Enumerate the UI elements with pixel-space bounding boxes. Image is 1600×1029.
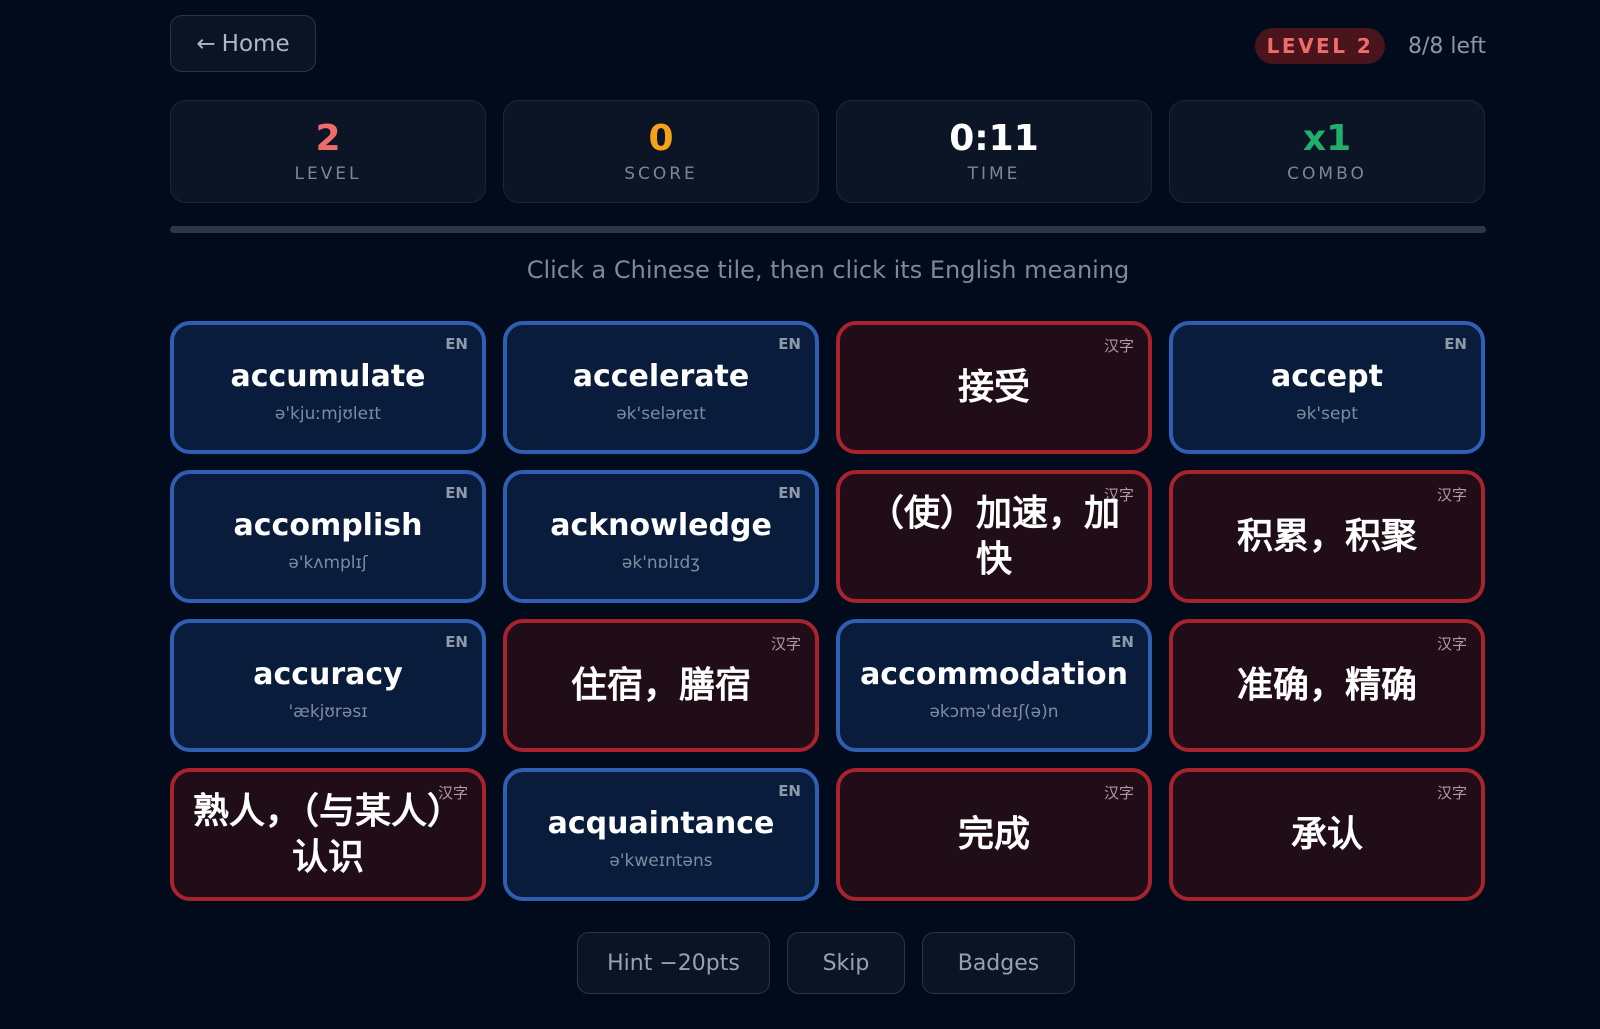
- tile-chinese-meaning: 准确，精确: [1236, 664, 1417, 706]
- tile-phonetic: ək'seləreɪt: [616, 404, 706, 424]
- english-tile[interactable]: EN acquaintance ə'kweɪntəns: [503, 768, 819, 901]
- stats-bar: 2 LEVEL 0 SCORE 0:11 TIME x1 COMBO: [170, 100, 1486, 203]
- tile-chinese-meaning: 住宿，膳宿: [570, 664, 751, 706]
- english-tile[interactable]: EN accomplish ə'kʌmplɪʃ: [170, 470, 486, 603]
- game-screen: ← Home LEVEL 2 8/8 left 2 LEVEL 0 SCORE …: [170, 0, 1486, 1029]
- action-bar: Hint −20pts Skip Badges: [170, 932, 1486, 994]
- stat-time: 0:11 TIME: [836, 100, 1152, 203]
- progress-bar: [170, 226, 1486, 233]
- chinese-tile[interactable]: 汉字 （使）加速，加快: [836, 470, 1152, 603]
- tile-english-word: accommodation: [860, 657, 1128, 692]
- tile-english-word: acknowledge: [550, 508, 772, 543]
- tile-language-tag: EN: [1111, 633, 1134, 651]
- english-tile[interactable]: EN accelerate ək'seləreɪt: [503, 321, 819, 454]
- tile-language-tag: EN: [778, 782, 801, 800]
- stat-score-value: 0: [648, 118, 674, 159]
- tile-language-tag: EN: [445, 335, 468, 353]
- tile-phonetic: ək'sept: [1296, 404, 1358, 424]
- tile-phonetic: ə'kjuːmjʊleɪt: [274, 404, 382, 424]
- tile-language-tag: EN: [778, 484, 801, 502]
- tile-chinese-meaning: 完成: [957, 813, 1030, 855]
- instruction-text: Click a Chinese tile, then click its Eng…: [526, 256, 1130, 284]
- stat-combo-label: COMBO: [1287, 164, 1367, 184]
- tile-language-tag: EN: [1444, 335, 1467, 353]
- stat-combo: x1 COMBO: [1169, 100, 1485, 203]
- home-button[interactable]: ← Home: [170, 15, 316, 72]
- chinese-tile[interactable]: 汉字 积累，积聚: [1169, 470, 1485, 603]
- tile-phonetic: ək'nɒlɪdʒ: [621, 553, 701, 573]
- stat-score: 0 SCORE: [503, 100, 819, 203]
- english-tile[interactable]: EN accuracy 'ækjʊrəsɪ: [170, 619, 486, 752]
- english-tile[interactable]: EN accommodation əkɔmə'deɪʃ(ə)n: [836, 619, 1152, 752]
- chinese-tile[interactable]: 汉字 接受: [836, 321, 1152, 454]
- tile-english-word: accumulate: [230, 359, 426, 394]
- tile-phonetic: 'ækjʊrəsɪ: [288, 702, 368, 722]
- english-tile[interactable]: EN accept ək'sept: [1169, 321, 1485, 454]
- home-button-label: Home: [221, 30, 290, 57]
- badges-button[interactable]: Badges: [922, 932, 1075, 994]
- tile-english-word: accuracy: [253, 657, 403, 692]
- tile-chinese-meaning: 熟人，（与某人）认识: [192, 790, 463, 878]
- stat-time-label: TIME: [967, 164, 1021, 184]
- chinese-tile[interactable]: 汉字 住宿，膳宿: [503, 619, 819, 752]
- tile-language-tag: EN: [445, 484, 468, 502]
- stat-level-label: LEVEL: [294, 164, 362, 184]
- tile-chinese-meaning: （使）加速，加快: [867, 492, 1120, 580]
- tile-phonetic: ə'kʌmplɪʃ: [288, 553, 368, 573]
- stat-time-value: 0:11: [949, 118, 1039, 159]
- english-tile[interactable]: EN acknowledge ək'nɒlɪdʒ: [503, 470, 819, 603]
- chinese-tile[interactable]: 汉字 准确，精确: [1169, 619, 1485, 752]
- stat-level: 2 LEVEL: [170, 100, 486, 203]
- english-tile[interactable]: EN accumulate ə'kjuːmjʊleɪt: [170, 321, 486, 454]
- skip-button[interactable]: Skip: [787, 932, 905, 994]
- stat-level-value: 2: [315, 118, 341, 159]
- tile-chinese-meaning: 接受: [957, 366, 1030, 408]
- tile-phonetic: ə'kweɪntəns: [609, 851, 713, 871]
- tile-chinese-meaning: 承认: [1290, 813, 1363, 855]
- top-bar: ← Home LEVEL 2 8/8 left: [170, 15, 1486, 74]
- arrow-left-icon: ←: [196, 30, 216, 57]
- tile-english-word: acquaintance: [547, 806, 775, 841]
- level-badge: LEVEL 2: [1255, 28, 1385, 64]
- tile-chinese-meaning: 积累，积聚: [1236, 515, 1417, 557]
- tile-phonetic: əkɔmə'deɪʃ(ə)n: [929, 702, 1059, 722]
- tile-language-tag: EN: [445, 633, 468, 651]
- tile-english-word: accept: [1271, 359, 1383, 394]
- stat-combo-value: x1: [1302, 118, 1352, 159]
- stat-score-label: SCORE: [624, 164, 698, 184]
- chinese-tile[interactable]: 汉字 熟人，（与某人）认识: [170, 768, 486, 901]
- chinese-tile[interactable]: 汉字 完成: [836, 768, 1152, 901]
- hint-button[interactable]: Hint −20pts: [577, 932, 770, 994]
- tile-english-word: accelerate: [572, 359, 750, 394]
- chinese-tile[interactable]: 汉字 承认: [1169, 768, 1485, 901]
- tile-language-tag: EN: [778, 335, 801, 353]
- pairs-remaining: 8/8 left: [1407, 33, 1486, 59]
- tile-english-word: accomplish: [233, 508, 423, 543]
